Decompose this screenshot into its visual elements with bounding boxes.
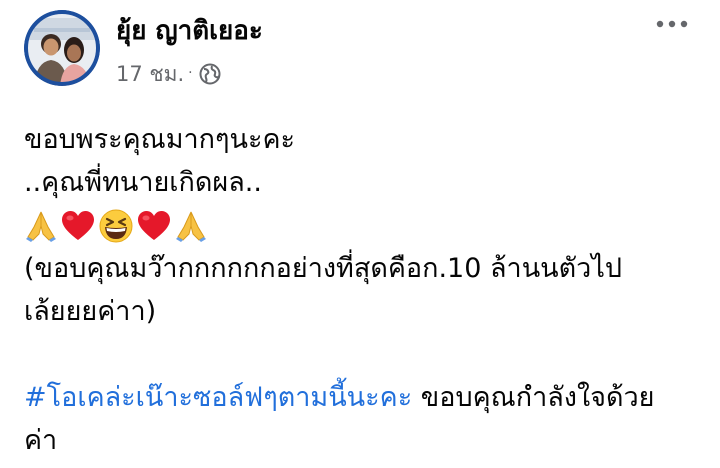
avatar[interactable] xyxy=(24,10,100,86)
post-text-line: (ขอบคุณมว๊ากกกกกกอย่างที่สุดคือก.10 ล้าน… xyxy=(24,253,623,284)
post-content: ขอบพระคุณมากๆนะคะ ..คุณพี่ทนายเกิดผล.. (… xyxy=(24,118,704,462)
meta-separator: · xyxy=(188,65,193,81)
post-text-line: เล้ยยยค่าา) xyxy=(24,296,157,327)
post-timestamp[interactable]: 17 ชม. xyxy=(116,58,184,91)
red-heart-icon xyxy=(62,210,94,240)
post-text-line: ขอบพระคุณมากๆนะคะ xyxy=(24,124,296,155)
author-name[interactable]: ยุ้ย ญาติเยอะ xyxy=(116,13,263,49)
more-options-icon xyxy=(656,20,688,28)
facebook-post: ยุ้ย ญาติเยอะ 17 ชม. · ขอบพระคุณมากๆนะคะ… xyxy=(0,0,720,468)
globe-icon[interactable] xyxy=(199,63,221,85)
grinning-squinting-face-icon xyxy=(99,209,133,242)
red-heart-icon xyxy=(138,210,170,240)
hashtag-link[interactable]: #โอเคล่ะเน๊าะซอล์ฟๆตามนี้นะคะ xyxy=(24,382,412,413)
hashtag-line-text: ขอบคุณกำลังใจด้วย xyxy=(412,382,655,413)
avatar-photo xyxy=(24,10,100,86)
post-meta: 17 ชม. · xyxy=(116,59,221,89)
hashtag-line: #โอเคล่ะเน๊าะซอล์ฟๆตามนี้นะคะ ขอบคุณกำลั… xyxy=(24,376,704,419)
emoji-row xyxy=(24,204,704,247)
more-options-button[interactable] xyxy=(650,10,694,38)
post-text-line: ค่า xyxy=(24,425,58,456)
folded-hands-icon xyxy=(176,211,206,242)
folded-hands-icon xyxy=(26,211,56,242)
post-text-line: ..คุณพี่ทนายเกิดผล.. xyxy=(24,167,262,198)
